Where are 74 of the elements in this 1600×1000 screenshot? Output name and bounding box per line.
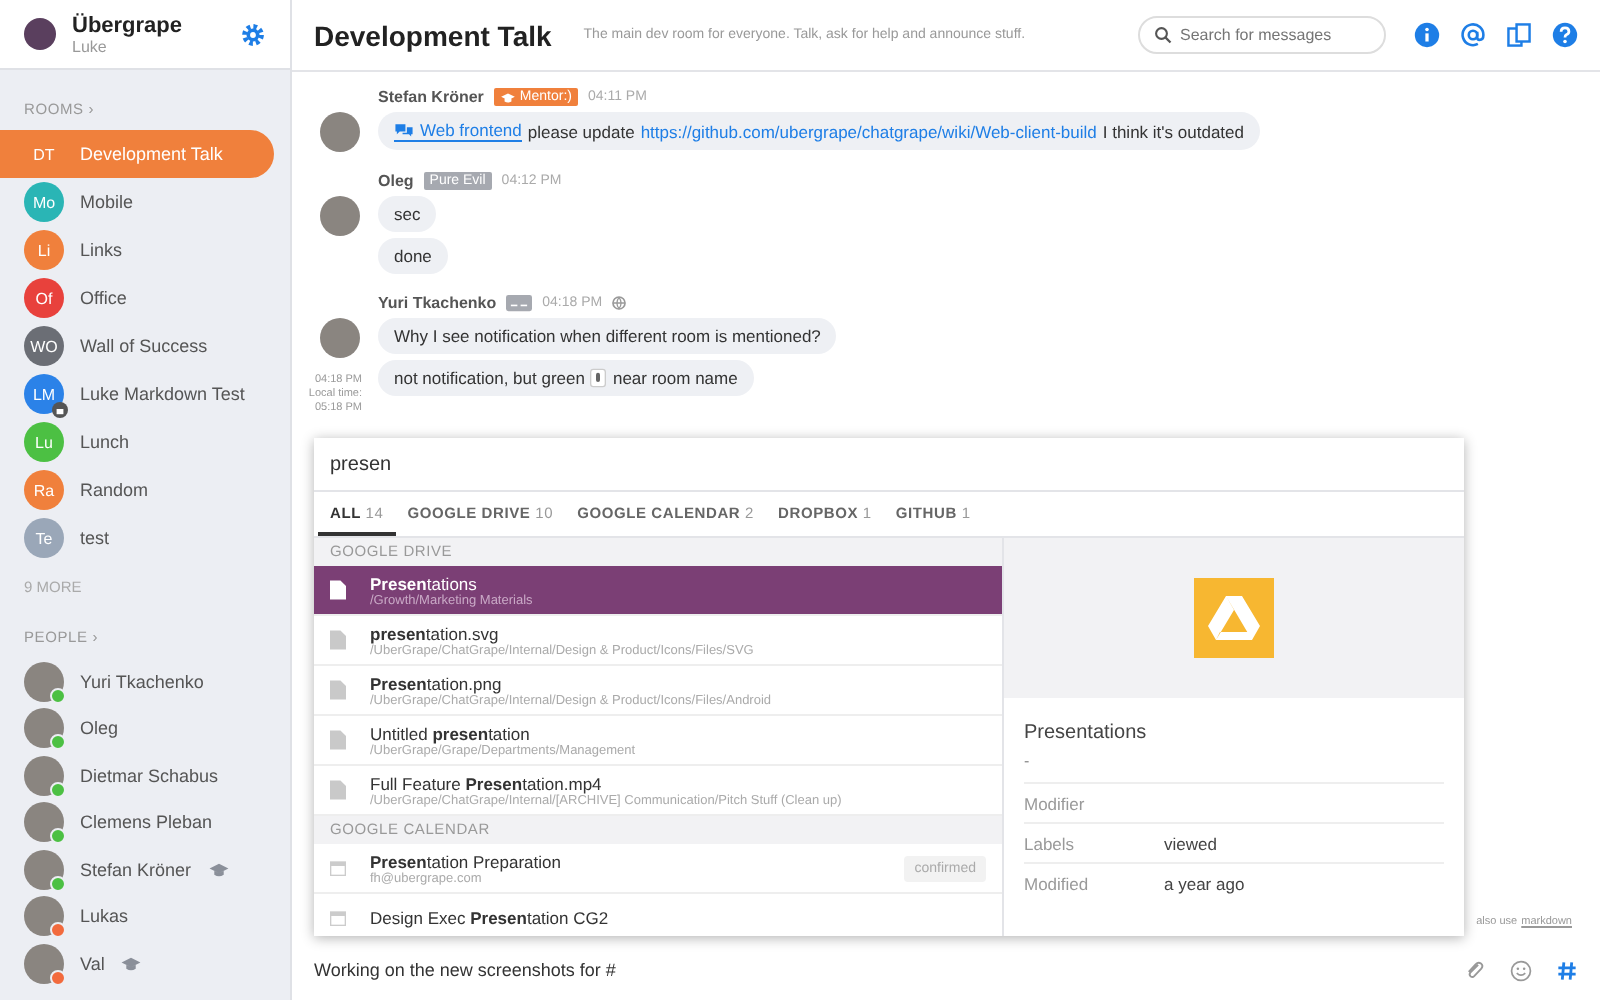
person-item[interactable]: Dietmar Schabus	[0, 752, 290, 799]
room-title: Development Talk	[314, 19, 552, 51]
avatar	[320, 112, 360, 152]
result-item[interactable]: Design Exec Presentation CG2	[314, 894, 1002, 936]
author-name[interactable]: Yuri Tkachenko	[378, 294, 497, 312]
user-name: Luke	[72, 37, 109, 55]
document-icon	[330, 780, 346, 800]
person-item[interactable]: Stefan Kröner	[0, 846, 290, 893]
detail-title: Presentations	[1022, 720, 1149, 748]
field-value: a year ago	[1164, 873, 1245, 893]
search-field[interactable]: Search for messages	[1138, 16, 1386, 54]
person-item[interactable]: Oleg	[0, 705, 290, 752]
field-value: viewed	[1164, 833, 1217, 853]
room-item[interactable]: Of Office	[0, 274, 274, 322]
globe-icon	[612, 296, 627, 310]
drive-logo-icon	[1194, 578, 1274, 658]
room-item[interactable]: Li Links	[0, 226, 274, 274]
calendar-icon	[330, 858, 346, 878]
field-label: Labels	[1024, 833, 1077, 853]
document-icon	[330, 680, 346, 700]
person-item[interactable]: Lukas	[0, 893, 290, 940]
hashtag-icon[interactable]	[1556, 959, 1578, 981]
author-name[interactable]: Stefan Kröner	[378, 88, 484, 106]
document-icon	[330, 580, 346, 600]
message-text: near room name	[612, 368, 738, 388]
info-icon[interactable]	[1414, 22, 1440, 48]
room-avatar: Of	[24, 278, 64, 318]
room-link[interactable]: Web frontend	[394, 120, 522, 142]
badge-icon	[590, 368, 607, 388]
author-name[interactable]: Oleg	[378, 172, 414, 190]
field-label: Modified	[1024, 873, 1091, 893]
calendar-icon	[330, 908, 346, 928]
document-icon	[330, 730, 346, 750]
mention-icon[interactable]	[1460, 22, 1486, 48]
message-text: Why I see notification when different room is mentioned?	[394, 326, 821, 346]
message-text: please update	[527, 121, 635, 141]
room-item[interactable]: Mo Mobile	[0, 178, 274, 226]
paperclip-icon[interactable]	[1464, 959, 1486, 981]
room-avatar: Li	[24, 230, 64, 270]
url-link[interactable]: https://github.com/ubergrape/chatgrape/wiki/Web-client-build	[640, 121, 1097, 141]
role-badge-icon	[506, 294, 533, 312]
search-icon	[1154, 26, 1172, 44]
room-avatar: Ra	[24, 470, 64, 510]
room-avatar: LM	[24, 374, 64, 414]
smiley-icon[interactable]	[1510, 959, 1532, 981]
person-item[interactable]: Val	[0, 940, 290, 987]
room-avatar: Lu	[24, 422, 64, 462]
detail-description: -	[1022, 752, 1032, 774]
help-icon[interactable]	[1552, 22, 1578, 48]
chat-icon	[394, 122, 414, 138]
person-item[interactable]: Clemens Pleban	[0, 799, 290, 846]
field-label: Modifier	[1024, 793, 1087, 813]
room-avatar: Mo	[24, 182, 64, 222]
settings-icon[interactable]	[240, 21, 266, 47]
room-avatar: Te	[24, 518, 64, 558]
avatar	[320, 196, 360, 236]
room-item[interactable]: Lu Lunch	[0, 418, 274, 466]
room-item[interactable]: LM Luke Markdown Test	[0, 370, 274, 418]
room-item[interactable]: Ra Random	[0, 466, 274, 514]
person-item[interactable]: Yuri Tkachenko	[0, 658, 290, 705]
files-icon[interactable]	[1506, 22, 1532, 48]
room-avatar: WO	[24, 326, 64, 366]
org-name: Übergrape	[72, 13, 185, 37]
room-avatar: DT	[31, 143, 57, 167]
room-item[interactable]: WO Wall of Success	[0, 322, 274, 370]
avatar	[320, 318, 360, 358]
grape-logo-icon	[24, 18, 56, 50]
message-text: not notification, but green	[394, 368, 585, 388]
room-item[interactable]: Te test	[0, 514, 274, 562]
message-text: done	[394, 246, 432, 266]
document-icon	[330, 630, 346, 650]
message-text: sec	[394, 204, 421, 224]
graduation-cap-icon	[499, 91, 516, 103]
message-text: I think it's outdated	[1102, 121, 1244, 141]
